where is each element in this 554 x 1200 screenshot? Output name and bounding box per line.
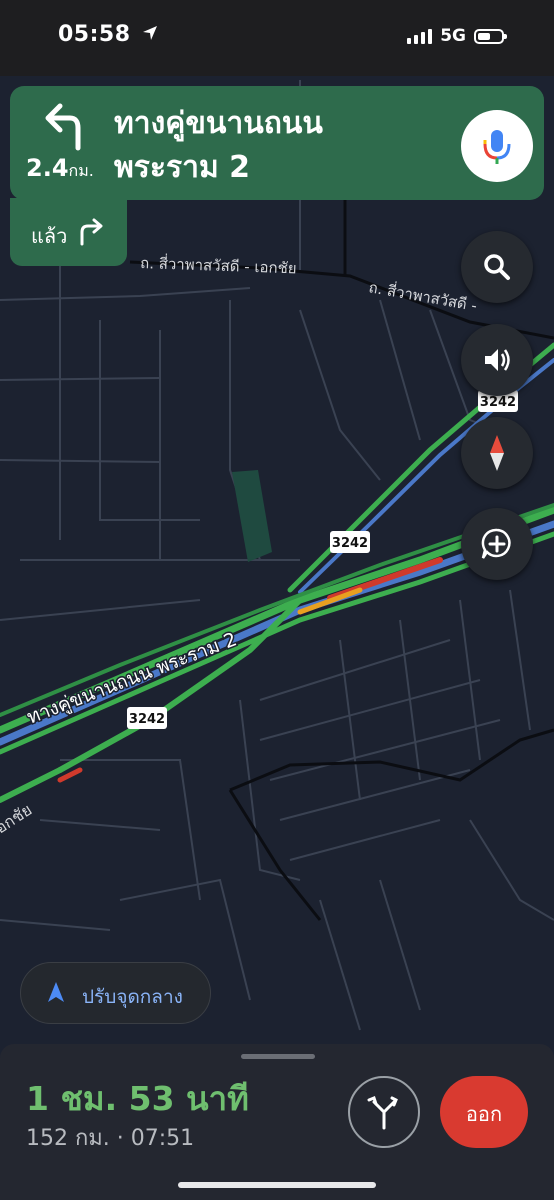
sound-button[interactable] bbox=[461, 324, 533, 396]
exit-label: ออก bbox=[465, 1102, 503, 1126]
compass-icon bbox=[490, 435, 504, 471]
sheet-handle[interactable] bbox=[241, 1054, 315, 1059]
street-name: ทางคู่ขนานถนน พระราม 2 bbox=[114, 102, 444, 190]
status-bar: 05:58 5G bbox=[0, 0, 554, 76]
turn-right-icon bbox=[80, 218, 103, 246]
alternate-routes-icon bbox=[367, 1096, 398, 1130]
next-maneuver-card[interactable] bbox=[10, 198, 127, 266]
search-button[interactable] bbox=[461, 231, 533, 303]
trip-distance-eta: 152 กม. · 07:51 bbox=[26, 1126, 195, 1151]
svg-text:3242: 3242 bbox=[332, 536, 368, 551]
signal-icon bbox=[407, 28, 433, 44]
trip-duration: 1 ชม. 53 นาที bbox=[26, 1079, 249, 1118]
microphone-icon bbox=[483, 130, 511, 164]
route-badge: 3242 bbox=[330, 531, 370, 553]
svg-text:3242: 3242 bbox=[129, 712, 165, 727]
road-label-top: ถ. สี่วาพาสวัสดี - เอกชัย bbox=[140, 252, 297, 277]
road-label-top-right: ถ. สี่วาพาสวัสดี - bbox=[367, 276, 478, 315]
svg-text:3242: 3242 bbox=[480, 395, 516, 410]
alternate-routes-button[interactable] bbox=[348, 1076, 420, 1148]
status-indicators: 5G bbox=[407, 26, 507, 46]
location-arrow-icon bbox=[142, 26, 157, 40]
voice-search-button[interactable] bbox=[461, 110, 533, 182]
search-icon bbox=[484, 254, 510, 280]
road-label-left: อกชัย bbox=[0, 800, 35, 837]
street-line-2: พระราม 2 bbox=[114, 150, 251, 185]
speaker-icon bbox=[485, 349, 510, 371]
park-area bbox=[232, 470, 272, 562]
status-time: 05:58 bbox=[58, 22, 159, 47]
turn-left-icon bbox=[45, 103, 81, 151]
highway-upper bbox=[0, 342, 554, 803]
street-line-1: ทางคู่ขนานถนน bbox=[114, 106, 323, 141]
then-label: แล้ว bbox=[31, 224, 68, 248]
route-badge: 3242 bbox=[127, 707, 167, 729]
navigation-arrow-icon bbox=[48, 982, 64, 1002]
home-indicator[interactable] bbox=[178, 1182, 376, 1188]
distance-unit: กม. bbox=[68, 161, 94, 180]
recenter-label: ปรับจุดกลาง bbox=[82, 986, 183, 1008]
network-type: 5G bbox=[440, 26, 466, 46]
add-report-button[interactable] bbox=[461, 508, 533, 580]
compass-button[interactable] bbox=[461, 417, 533, 489]
add-report-icon bbox=[481, 528, 511, 559]
maneuver-distance: 2.4กม. bbox=[26, 154, 94, 182]
battery-icon bbox=[474, 28, 507, 44]
